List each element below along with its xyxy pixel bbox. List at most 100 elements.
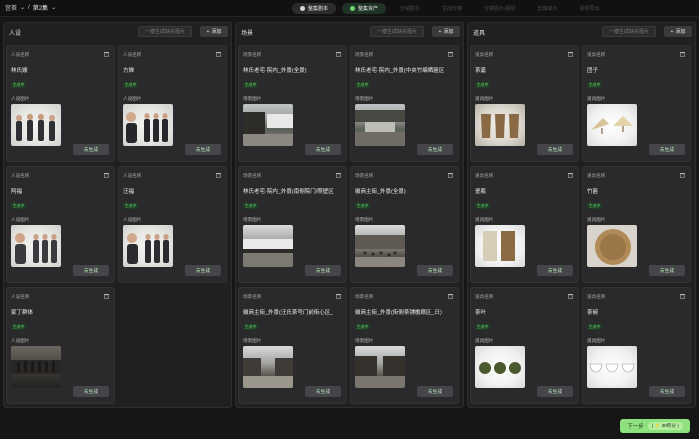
go-generate-button[interactable]: 去生成 <box>305 144 341 155</box>
scene-image[interactable] <box>243 104 293 146</box>
trash-icon[interactable] <box>680 51 685 57</box>
trash-icon[interactable] <box>448 51 453 57</box>
prop-name: 瓷瓶 <box>475 189 487 195</box>
go-generate-button[interactable]: 去生成 <box>73 265 109 276</box>
person-image[interactable] <box>123 225 173 267</box>
person-card[interactable]: 人设名称 方婵 生成中 人设图片 去生成 <box>118 45 227 162</box>
go-generate-button[interactable]: 去生成 <box>417 386 453 397</box>
go-generate-button[interactable]: 去生成 <box>417 144 453 155</box>
trash-icon[interactable] <box>568 172 573 178</box>
breadcrumb-project[interactable]: 宫茶 <box>5 3 17 12</box>
breadcrumb-separator: / <box>28 4 30 11</box>
top-bar: 宫茶 ⌄ / 第2集 ⌄ 整集剧本 整集资产 分镜剧本 生成分镜 分镜图片/视频… <box>0 0 699 17</box>
panel-title: 场景 <box>241 31 254 37</box>
scene-name: 徽商主街_外景(全景) <box>355 189 406 195</box>
status-badge: 生成中 <box>587 324 603 330</box>
add-button[interactable]: + 添加 <box>664 26 692 37</box>
lightning-icon: ⚡ <box>654 423 661 428</box>
scene-card[interactable]: 场景名称 徽商主街_外景(汪氏茶号门前街心区_ 生成中 场景图片 去生成 <box>238 287 347 404</box>
trash-icon[interactable] <box>680 293 685 299</box>
person-image[interactable] <box>123 104 173 146</box>
trash-icon[interactable] <box>448 172 453 178</box>
step-script[interactable]: 整集剧本 <box>292 3 337 14</box>
scene-card[interactable]: 场景名称 林氏老宅·院内_外景(南侧院门/照壁区 生成中 场景图片 去生成 <box>238 166 347 283</box>
prop-card[interactable]: 道具名称 茶篓 生成中 道具图片 去生成 <box>470 45 579 162</box>
person-image[interactable] <box>11 104 61 146</box>
prop-card[interactable]: 道具名称 团子 生成中 道具图片 去生成 <box>582 45 691 162</box>
go-generate-button[interactable]: 去生成 <box>537 386 573 397</box>
go-generate-button[interactable]: 去生成 <box>185 144 221 155</box>
add-button[interactable]: + 添加 <box>432 26 460 37</box>
prop-card[interactable]: 道具名称 茶叶 生成中 道具图片 去生成 <box>470 287 579 404</box>
go-generate-button[interactable]: 去生成 <box>417 265 453 276</box>
generate-missing-button[interactable]: 一键生成缺失图片 <box>138 26 192 37</box>
go-generate-button[interactable]: 去生成 <box>537 265 573 276</box>
step-generate-storyboard[interactable]: 生成分镜 <box>434 3 470 14</box>
person-card[interactable]: 人设名称 汪福 生成中 人设图片 去生成 <box>118 166 227 283</box>
step-export[interactable]: 视频导出 <box>571 3 607 14</box>
prop-image[interactable] <box>587 225 637 267</box>
step-assets[interactable]: 整集资产 <box>342 3 387 14</box>
go-generate-button[interactable]: 去生成 <box>73 144 109 155</box>
step-storyboard-media[interactable]: 分镜图片/视频 <box>476 3 523 14</box>
trash-icon[interactable] <box>336 293 341 299</box>
go-generate-button[interactable]: 去生成 <box>305 386 341 397</box>
prop-card[interactable]: 道具名称 竹匾 生成中 道具图片 去生成 <box>582 166 691 283</box>
breadcrumb-episode[interactable]: 第2集 <box>33 3 48 12</box>
status-badge: 生成中 <box>243 203 259 209</box>
person-image[interactable] <box>11 346 61 388</box>
status-badge: 生成中 <box>243 324 259 330</box>
go-generate-button[interactable]: 去生成 <box>537 144 573 155</box>
prop-image[interactable] <box>475 225 525 267</box>
trash-icon[interactable] <box>336 51 341 57</box>
trash-icon[interactable] <box>336 172 341 178</box>
chevron-down-icon[interactable]: ⌄ <box>51 4 56 11</box>
trash-icon[interactable] <box>568 51 573 57</box>
step-edit[interactable]: 剪辑成片 <box>529 3 565 14</box>
scene-card[interactable]: 场景名称 林氏老宅·院内_外景(全景) 生成中 场景图片 去生成 <box>238 45 347 162</box>
go-generate-button[interactable]: 去生成 <box>73 386 109 397</box>
chevron-down-icon[interactable]: ⌄ <box>20 4 25 11</box>
person-name: 林氏嫂 <box>11 68 28 74</box>
generate-missing-button[interactable]: 一键生成缺失图片 <box>602 26 656 37</box>
scene-card[interactable]: 场景名称 徽商主街_外景(街侧茶铺檐廊区_日) 生成中 场景图片 去生成 <box>350 287 459 404</box>
trash-icon[interactable] <box>568 293 573 299</box>
go-generate-button[interactable]: 去生成 <box>185 265 221 276</box>
scene-image[interactable] <box>243 225 293 267</box>
person-name: 阿福 <box>11 189 23 195</box>
person-card[interactable]: 人设名称 阿福 生成中 人设图片 去生成 <box>6 166 115 283</box>
breadcrumb: 宫茶 ⌄ / 第2集 ⌄ <box>5 3 56 13</box>
generate-missing-button[interactable]: 一键生成缺失图片 <box>370 26 424 37</box>
person-card[interactable]: 人设名称 家丁群体 生成中 人设图片 去生成 <box>6 287 115 404</box>
add-button[interactable]: + 添加 <box>200 26 228 37</box>
trash-icon[interactable] <box>216 51 221 57</box>
scene-image[interactable] <box>355 346 405 388</box>
next-step-button[interactable]: 下一步 ( ⚡ 38积分 ) <box>620 419 690 433</box>
trash-icon[interactable] <box>216 172 221 178</box>
prop-image[interactable] <box>475 346 525 388</box>
prop-card[interactable]: 道具名称 茶碗 生成中 道具图片 去生成 <box>582 287 691 404</box>
step-storyboard-script[interactable]: 分镜剧本 <box>392 3 428 14</box>
go-generate-button[interactable]: 去生成 <box>305 265 341 276</box>
prop-image[interactable] <box>587 104 637 146</box>
prop-image[interactable] <box>587 346 637 388</box>
trash-icon[interactable] <box>680 172 685 178</box>
trash-icon[interactable] <box>448 293 453 299</box>
trash-icon[interactable] <box>104 293 109 299</box>
prop-card[interactable]: 道具名称 瓷瓶 生成中 道具图片 去生成 <box>470 166 579 283</box>
scene-image[interactable] <box>243 346 293 388</box>
go-generate-button[interactable]: 去生成 <box>649 265 685 276</box>
status-badge: 生成中 <box>475 82 491 88</box>
scene-card[interactable]: 场景名称 徽商主街_外景(全景) 生成中 场景图片 去生成 <box>350 166 459 283</box>
go-generate-button[interactable]: 去生成 <box>649 386 685 397</box>
scene-image[interactable] <box>355 104 405 146</box>
scene-name: 林氏老宅·院内_外景(南侧院门/照壁区 <box>243 189 334 195</box>
go-generate-button[interactable]: 去生成 <box>649 144 685 155</box>
trash-icon[interactable] <box>104 172 109 178</box>
prop-image[interactable] <box>475 104 525 146</box>
scene-image[interactable] <box>355 225 405 267</box>
person-image[interactable] <box>11 225 61 267</box>
scene-card[interactable]: 场景名称 林氏老宅·院内_外景(中央竹编晒匾区 生成中 场景图片 去生成 <box>350 45 459 162</box>
trash-icon[interactable] <box>104 51 109 57</box>
person-card[interactable]: 人设名称 林氏嫂 生成中 人设图片 去生成 <box>6 45 115 162</box>
